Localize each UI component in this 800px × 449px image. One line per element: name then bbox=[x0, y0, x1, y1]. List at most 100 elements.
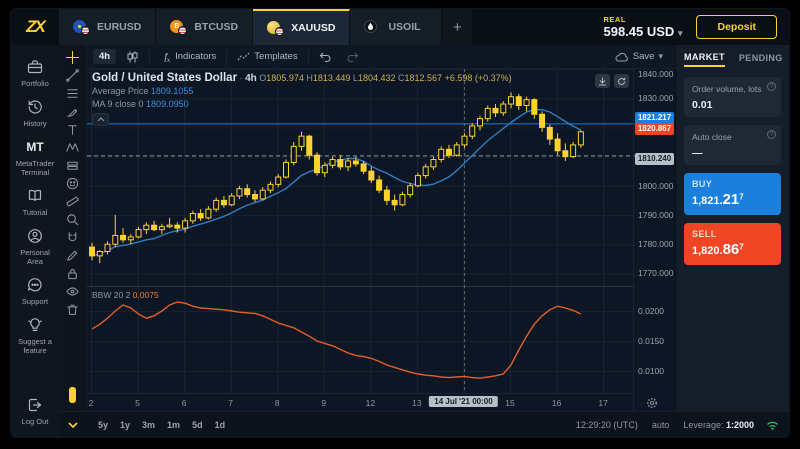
reset-chart-button[interactable] bbox=[614, 74, 629, 88]
magnet-icon[interactable] bbox=[62, 229, 84, 246]
chat-bubble-icon bbox=[26, 276, 44, 294]
pencil-icon[interactable] bbox=[62, 247, 84, 264]
sidebar-item-log-out[interactable]: Log Out bbox=[11, 391, 59, 431]
price-tick: 1840.000 bbox=[638, 69, 673, 79]
x-axis-label: 15 bbox=[505, 398, 514, 408]
account-balance: 598.45 USD ▾ bbox=[603, 24, 682, 39]
sidebar-item-portfolio[interactable]: Portfolio bbox=[11, 53, 59, 93]
x-axis-label: 8 bbox=[275, 398, 280, 408]
chevron-down-icon bbox=[68, 422, 78, 428]
trend-line-icon[interactable] bbox=[62, 67, 84, 84]
tab-xauusd[interactable]: XAUUSD bbox=[253, 9, 350, 45]
tab-usoil[interactable]: USOIL bbox=[350, 9, 442, 45]
range-button-1d[interactable]: 1d bbox=[210, 417, 231, 433]
save-template-button[interactable]: Save ▾ bbox=[609, 49, 669, 64]
left-sidebar: Portfolio History MTMetaTrader TerminalTut… bbox=[11, 45, 59, 437]
timeframe-button[interactable]: 4h bbox=[93, 49, 116, 64]
templates-label: Templates bbox=[254, 51, 297, 62]
chart-type-button[interactable] bbox=[120, 49, 145, 65]
tab-eurusd[interactable]: EURUSD bbox=[59, 9, 156, 45]
sidebar-item-label: Log Out bbox=[22, 417, 49, 426]
auto-close-box[interactable]: ? Auto close — bbox=[684, 125, 781, 165]
price-chart-canvas[interactable] bbox=[87, 69, 635, 393]
price-tick: 1830.000 bbox=[638, 93, 673, 103]
screen: ZX EURUSD BBTCUSDXAUUSDUSOIL + REAL 598.4… bbox=[0, 0, 800, 449]
exness-logo[interactable]: ZX bbox=[11, 9, 59, 45]
axis-settings-gear-icon[interactable] bbox=[646, 397, 658, 411]
indicators-button[interactable]: ƒx Indicators bbox=[154, 49, 222, 64]
price-axis[interactable]: 1840.0001830.0001820.0001810.0001800.000… bbox=[633, 69, 675, 411]
range-button-5d[interactable]: 5d bbox=[187, 417, 208, 433]
ruler-icon[interactable] bbox=[62, 193, 84, 210]
brush-icon[interactable] bbox=[62, 103, 84, 120]
eur-usd-flags-icon bbox=[73, 20, 90, 34]
x-axis-label: 12 bbox=[366, 398, 375, 408]
tab-market[interactable]: MARKET bbox=[684, 47, 725, 67]
order-volume-box[interactable]: ? Order volume, lots 0.01 bbox=[684, 77, 781, 117]
tab-btcusd[interactable]: BBTCUSD bbox=[156, 9, 253, 45]
trash-icon[interactable] bbox=[62, 301, 84, 318]
collapse-toolbar-button[interactable] bbox=[59, 422, 87, 428]
templates-button[interactable]: Templates bbox=[231, 49, 303, 64]
undo-button[interactable] bbox=[313, 50, 337, 64]
buy-price: 1,821.217 bbox=[692, 195, 744, 207]
sidebar-item-label: History bbox=[23, 119, 46, 128]
range-button-1m[interactable]: 1m bbox=[162, 417, 185, 433]
sidebar-item-suggest-a-feature[interactable]: Suggest a feature bbox=[11, 311, 59, 360]
help-icon[interactable]: ? bbox=[767, 82, 776, 91]
redo-button[interactable] bbox=[341, 50, 365, 64]
toolbar-divider bbox=[226, 50, 227, 64]
zoom-in-icon[interactable] bbox=[62, 211, 84, 228]
add-instrument-button[interactable]: + bbox=[442, 9, 472, 45]
order-volume-value[interactable]: 0.01 bbox=[692, 99, 773, 111]
tab-pending[interactable]: PENDING bbox=[739, 48, 783, 66]
crosshair-tool-icon[interactable] bbox=[62, 49, 84, 66]
function-icon: ƒx bbox=[160, 51, 171, 62]
scroll-to-latest-button[interactable] bbox=[595, 74, 610, 88]
range-button-5y[interactable]: 5y bbox=[93, 417, 113, 433]
emoji-icon[interactable] bbox=[62, 175, 84, 192]
sidebar-item-label: Support bbox=[22, 297, 48, 306]
arrow-down-icon bbox=[598, 77, 607, 86]
sidebar-item-personal-area[interactable]: Personal Area bbox=[11, 222, 59, 271]
sidebar-item-history[interactable]: History bbox=[11, 93, 59, 133]
position-tool-icon[interactable] bbox=[62, 157, 84, 174]
person-icon bbox=[26, 227, 44, 245]
sidebar-item-support[interactable]: Support bbox=[11, 271, 59, 311]
account-selector[interactable]: REAL 598.45 USD ▾ bbox=[589, 9, 696, 45]
deposit-button[interactable]: Deposit bbox=[696, 15, 777, 39]
tab-label: EURUSD bbox=[97, 21, 141, 33]
toolbar-divider bbox=[308, 50, 309, 64]
auto-close-label: Auto close bbox=[692, 132, 773, 142]
instrument-tabs: EURUSD BBTCUSDXAUUSDUSOIL bbox=[59, 9, 442, 45]
time-axis[interactable]: 256789121314 Jul '21 00:00151617 bbox=[87, 393, 635, 413]
gold-usd-icon bbox=[267, 21, 284, 35]
lock-icon[interactable] bbox=[62, 265, 84, 282]
buy-button[interactable]: BUY 1,821.217 bbox=[684, 173, 781, 215]
range-button-1y[interactable]: 1y bbox=[115, 417, 135, 433]
collapse-legend-button[interactable] bbox=[92, 113, 109, 126]
text-tool-icon[interactable] bbox=[62, 121, 84, 138]
eye-icon[interactable] bbox=[62, 283, 84, 300]
sidebar-item-label: Portfolio bbox=[21, 79, 49, 88]
timezone-auto-toggle[interactable]: auto bbox=[652, 420, 670, 430]
account-type-badge: REAL bbox=[603, 15, 682, 24]
leverage-info: Leverage: 1:2000 bbox=[683, 420, 754, 430]
book-icon bbox=[26, 187, 44, 205]
fib-lines-icon[interactable] bbox=[62, 85, 84, 102]
sidebar-item-metatrader-terminal[interactable]: MTMetaTrader Terminal bbox=[11, 133, 59, 182]
help-icon[interactable]: ? bbox=[767, 130, 776, 139]
pattern-xabcd-icon[interactable] bbox=[62, 139, 84, 156]
toolbar-position-marker bbox=[69, 387, 76, 403]
us-flag-icon bbox=[275, 27, 284, 36]
range-button-3m[interactable]: 3m bbox=[137, 417, 160, 433]
clock: 12:29:20 (UTC) bbox=[576, 420, 638, 430]
tab-label: BTCUSD bbox=[194, 21, 238, 33]
balance-currency: USD bbox=[647, 24, 674, 39]
sell-label: SELL bbox=[692, 229, 773, 239]
auto-close-value[interactable]: — bbox=[692, 147, 773, 159]
sidebar-item-tutorial[interactable]: Tutorial bbox=[11, 182, 59, 222]
sell-button[interactable]: SELL 1,820.867 bbox=[684, 223, 781, 265]
balance-value: 598.45 bbox=[603, 24, 643, 39]
briefcase-icon bbox=[26, 58, 44, 76]
